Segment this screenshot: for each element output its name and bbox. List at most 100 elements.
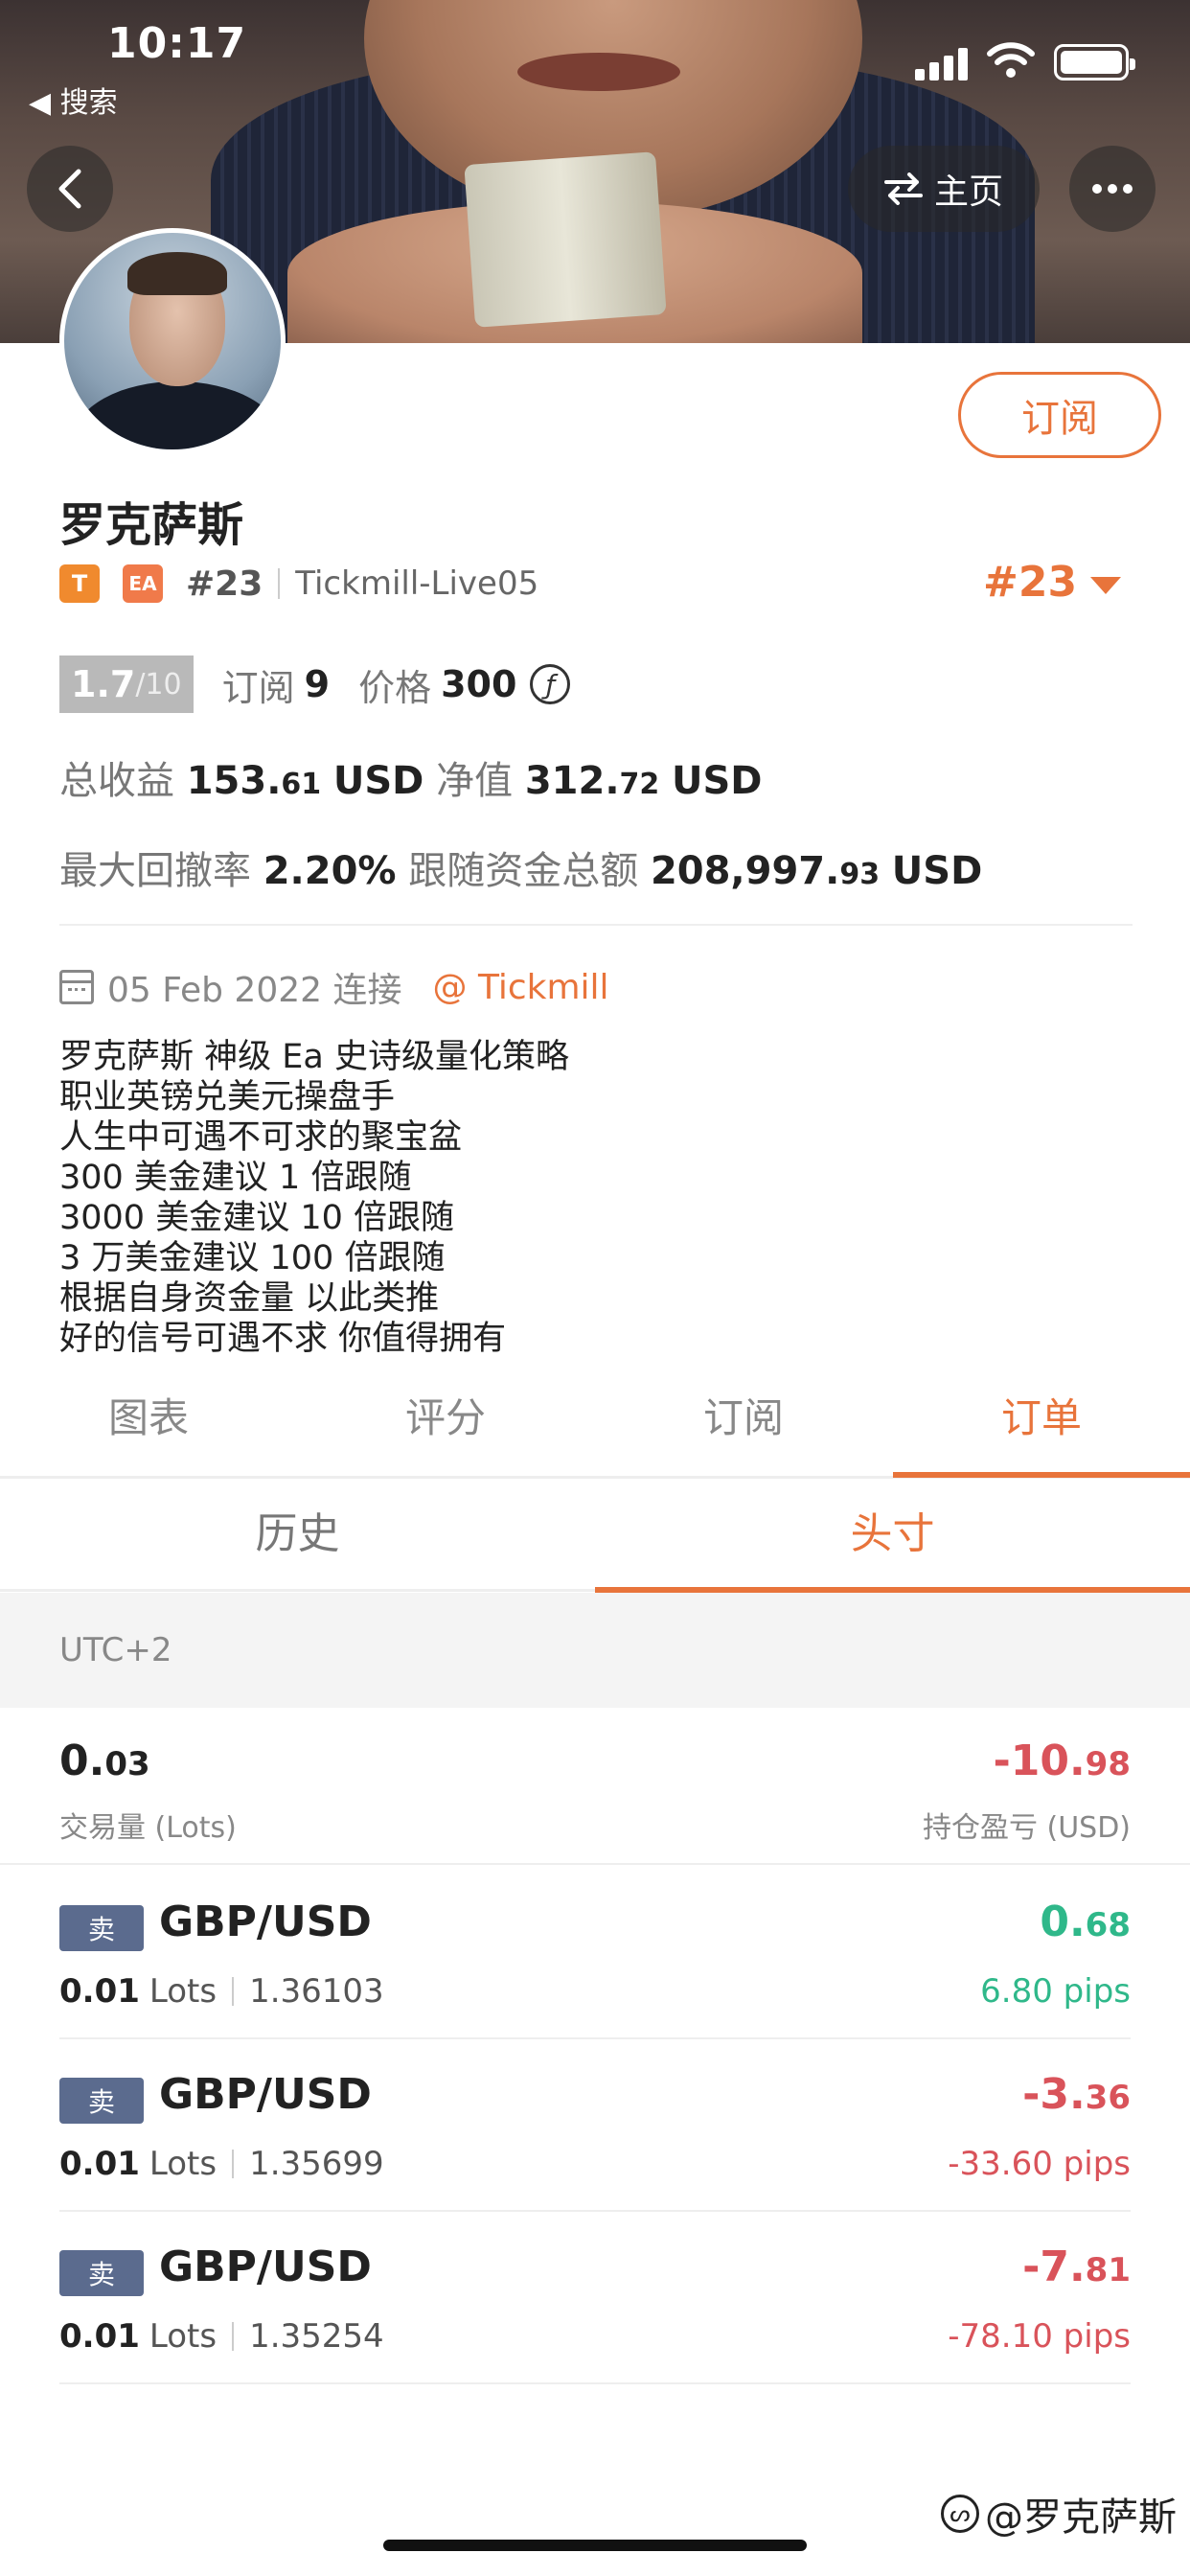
home-indicator[interactable] xyxy=(383,2540,807,2551)
equity-unit: USD xyxy=(672,759,763,803)
tab-subscription[interactable]: 订阅 xyxy=(595,1380,892,1476)
calendar-icon xyxy=(59,970,94,1004)
subtab-positions[interactable]: 头寸 xyxy=(595,1482,1190,1587)
avatar-hair xyxy=(127,252,227,295)
pnl-int: -3. xyxy=(1022,2070,1086,2119)
divider xyxy=(232,2322,235,2351)
follow-funds-int: 208,997. xyxy=(650,849,840,893)
lots-value: 0.01 xyxy=(59,2145,140,2183)
score-row: 1.7/10 订阅 9 价格 300 ƒ xyxy=(59,656,571,713)
score-value: 1.7 xyxy=(71,663,136,705)
total-profit-unit: USD xyxy=(332,759,424,803)
floating-pl-dec: 98 xyxy=(1085,1745,1131,1783)
sell-badge: 卖 xyxy=(59,2078,144,2124)
position-symbol: GBP/USD xyxy=(159,1898,372,1946)
open-price: 1.36103 xyxy=(249,1972,384,2011)
score-badge: 1.7/10 xyxy=(59,656,194,713)
status-time: 10:17 xyxy=(107,19,247,68)
avatar[interactable] xyxy=(59,228,286,454)
back-to-search-link[interactable]: ◀ 搜索 xyxy=(29,79,118,121)
total-profit-label: 总收益 xyxy=(59,759,174,803)
subscribe-count-label: 订阅 xyxy=(221,666,295,709)
pnl-dec: 36 xyxy=(1085,2079,1131,2117)
more-options-button[interactable] xyxy=(1069,146,1156,232)
price-label: 价格 xyxy=(358,666,432,709)
total-volume-dec: 03 xyxy=(104,1745,150,1783)
status-bar: 10:17 ◀ 搜索 xyxy=(0,0,1190,120)
watermark: ᔕ @罗克萨斯 xyxy=(941,2486,1177,2542)
chevron-left-icon xyxy=(58,169,81,209)
lots-value: 0.01 xyxy=(59,1972,140,2011)
equity-dec: 72 xyxy=(619,768,660,801)
watermark-text: @罗克萨斯 xyxy=(985,2496,1177,2540)
description-line: 根据自身资金量 以此类推 xyxy=(59,1279,440,1318)
rank-dropdown[interactable]: #23 xyxy=(983,558,1077,607)
subtab-history[interactable]: 历史 xyxy=(0,1482,595,1587)
lots-value: 0.01 xyxy=(59,2317,140,2356)
equity-int: 312. xyxy=(524,759,620,803)
position-pips: -78.10 pips xyxy=(948,2317,1131,2356)
divider xyxy=(278,568,281,599)
position-row[interactable]: 卖 GBP/USD 0.01 Lots 1.35254 -7.81 -78.10… xyxy=(0,2212,1190,2384)
follow-funds-label: 跟随资金总额 xyxy=(408,849,639,893)
home-button-label: 主页 xyxy=(933,172,1003,212)
profit-row: 总收益 153.61 USD 净值 312.72 USD xyxy=(59,749,763,805)
description-line: 好的信号可遇不求 你值得拥有 xyxy=(59,1320,507,1358)
tab-rating[interactable]: 评分 xyxy=(297,1380,594,1476)
position-pnl: -7.81 xyxy=(1022,2242,1131,2291)
total-volume-label: 交易量 (Lots) xyxy=(59,1811,237,1845)
pnl-dec: 81 xyxy=(1085,2251,1131,2289)
position-pips: 6.80 pips xyxy=(980,1972,1131,2011)
order-subtabs: 历史 头寸 xyxy=(0,1482,1190,1593)
position-row[interactable]: 卖 GBP/USD 0.01 Lots 1.36103 0.68 6.80 pi… xyxy=(0,1867,1190,2039)
wifi-icon xyxy=(987,42,1035,78)
divider xyxy=(232,1977,235,2006)
tab-orders[interactable]: 订单 xyxy=(893,1380,1190,1476)
back-button[interactable] xyxy=(27,146,113,232)
pnl-int: -7. xyxy=(1022,2242,1086,2291)
position-symbol: GBP/USD xyxy=(159,2242,372,2291)
timezone-bar: UTC+2 xyxy=(0,1593,1190,1708)
tab-chart[interactable]: 图表 xyxy=(0,1380,297,1476)
caret-down-icon[interactable] xyxy=(1090,577,1121,594)
timezone-label: UTC+2 xyxy=(59,1631,172,1669)
battery-icon xyxy=(1054,44,1135,80)
description-line: 人生中可遇不可求的聚宝盆 xyxy=(59,1118,463,1157)
section-divider xyxy=(59,924,1133,926)
active-tab-indicator xyxy=(893,1472,1190,1478)
position-pips: -33.60 pips xyxy=(948,2145,1131,2183)
divider xyxy=(232,2150,235,2178)
total-volume: 0.03 xyxy=(59,1736,150,1785)
avatar-body xyxy=(74,381,281,449)
follow-funds-unit: USD xyxy=(891,849,983,893)
floating-pl: -10.98 xyxy=(993,1736,1131,1785)
cover-banknote xyxy=(464,151,667,328)
weibo-logo-icon: ᔕ xyxy=(941,2495,979,2533)
sell-badge: 卖 xyxy=(59,2250,144,2296)
drawdown-row: 最大回撤率 2.20% 跟随资金总额 208,997.93 USD xyxy=(59,840,982,895)
drawdown-label: 最大回撤率 xyxy=(59,849,251,893)
tag-ea-badge: EA xyxy=(123,564,163,603)
row-divider xyxy=(59,2382,1131,2384)
broker-link[interactable]: @ Tickmill xyxy=(433,968,609,1007)
home-button[interactable]: 主页 xyxy=(848,146,1040,232)
connection-info: 05 Feb 2022 连接 @ Tickmill xyxy=(59,962,609,1012)
switch-arrows-icon xyxy=(883,172,923,205)
open-price: 1.35699 xyxy=(249,2145,384,2183)
equity-label: 净值 xyxy=(436,759,514,803)
position-symbol: GBP/USD xyxy=(159,2070,372,2119)
main-tabs: 图表 评分 订阅 订单 xyxy=(0,1380,1190,1479)
strategy-description: 罗克萨斯 神级 Ea 史诗级量化策略 职业英镑兑美元操盘手 人生中可遇不可求的聚… xyxy=(59,1037,1133,1359)
follow-funds-dec: 93 xyxy=(839,858,881,891)
total-volume-int: 0. xyxy=(59,1736,105,1785)
pnl-int: 0. xyxy=(1040,1898,1086,1946)
trader-tags: T EA #23 Tickmill-Live05 xyxy=(59,562,538,606)
subscribe-button[interactable]: 订阅 xyxy=(958,372,1161,458)
description-line: 300 美金建议 1 倍跟随 xyxy=(59,1159,412,1197)
position-pnl: -3.36 xyxy=(1022,2070,1131,2119)
position-pnl: 0.68 xyxy=(1040,1898,1131,1946)
lots-unit: Lots xyxy=(149,2145,217,2183)
position-row[interactable]: 卖 GBP/USD 0.01 Lots 1.35699 -3.36 -33.60… xyxy=(0,2039,1190,2212)
sell-badge: 卖 xyxy=(59,1905,144,1951)
lots-unit: Lots xyxy=(149,2317,217,2356)
